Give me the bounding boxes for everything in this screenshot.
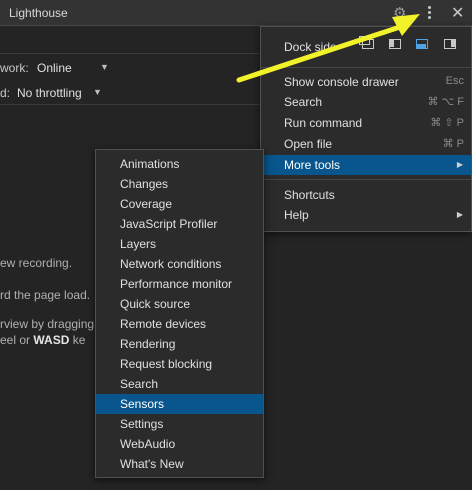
annotation-arrow-icon [236, 14, 420, 83]
